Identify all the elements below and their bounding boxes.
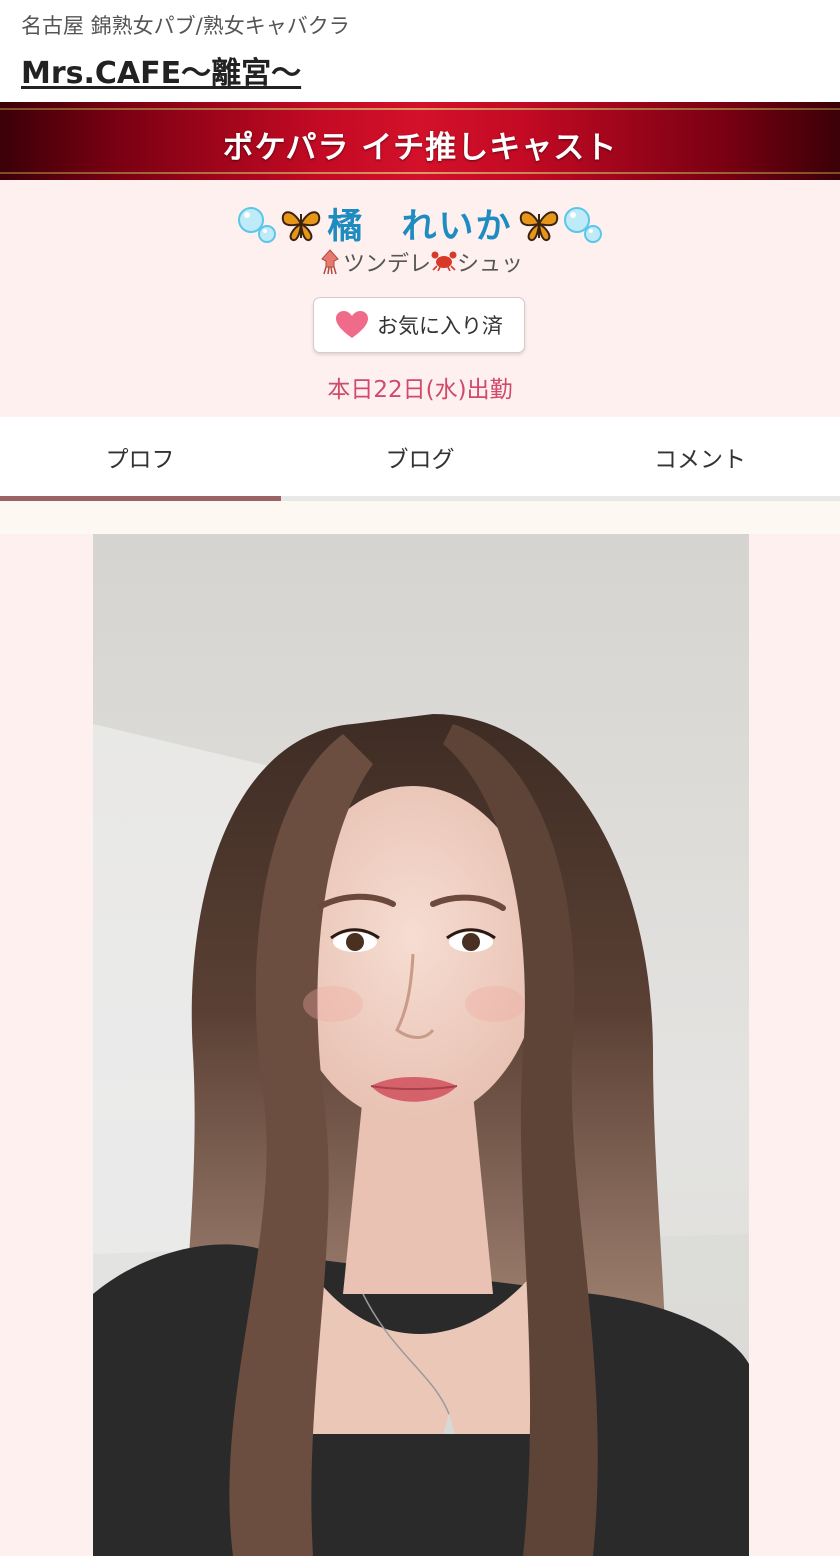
tab-blog[interactable]: ブログ <box>280 417 560 497</box>
crab-icon <box>431 249 457 275</box>
content-spacer <box>0 501 840 534</box>
recommend-banner: ポケパラ イチ推しキャスト <box>0 102 840 180</box>
tab-profile[interactable]: プロフ <box>0 417 280 497</box>
shop-name-link[interactable]: Mrs.CAFE〜離宮〜 <box>21 48 301 92</box>
banner-title: ポケパラ イチ推しキャスト <box>222 130 618 166</box>
bubbles-icon <box>561 202 605 246</box>
shop-header: 名古屋 錦熟女パブ/熟女キャバクラ Mrs.CAFE〜離宮〜 <box>0 0 840 102</box>
butterfly-icon <box>279 202 323 246</box>
butterfly-icon <box>517 202 561 246</box>
cast-name: 橘 れいか <box>327 207 513 247</box>
attendance-status: 本日22日(水)出勤 <box>327 377 513 403</box>
photo-area <box>0 534 840 1556</box>
favorite-label: お気に入り済 <box>377 314 503 338</box>
cast-tagline: ツンデレ シュッ <box>0 246 840 278</box>
cast-name-row: 橘 れいか <box>0 198 840 249</box>
bubbles-icon <box>235 202 279 246</box>
tagline-text-2: シュッ <box>457 252 524 277</box>
heart-icon <box>335 310 369 340</box>
squid-icon <box>317 249 343 275</box>
favorite-button[interactable]: お気に入り済 <box>313 297 525 353</box>
profile-tabs: プロフ ブログ コメント <box>0 417 840 501</box>
shop-subtitle: 名古屋 錦熟女パブ/熟女キャバクラ <box>21 14 350 38</box>
cast-profile-photo[interactable] <box>93 534 749 1556</box>
tagline-text-1: ツンデレ <box>342 252 431 277</box>
tab-comment[interactable]: コメント <box>560 417 840 497</box>
profile-header: 橘 れいか ツンデレ シュッ お気に入り済 本日22日(水)出勤 <box>0 180 840 417</box>
